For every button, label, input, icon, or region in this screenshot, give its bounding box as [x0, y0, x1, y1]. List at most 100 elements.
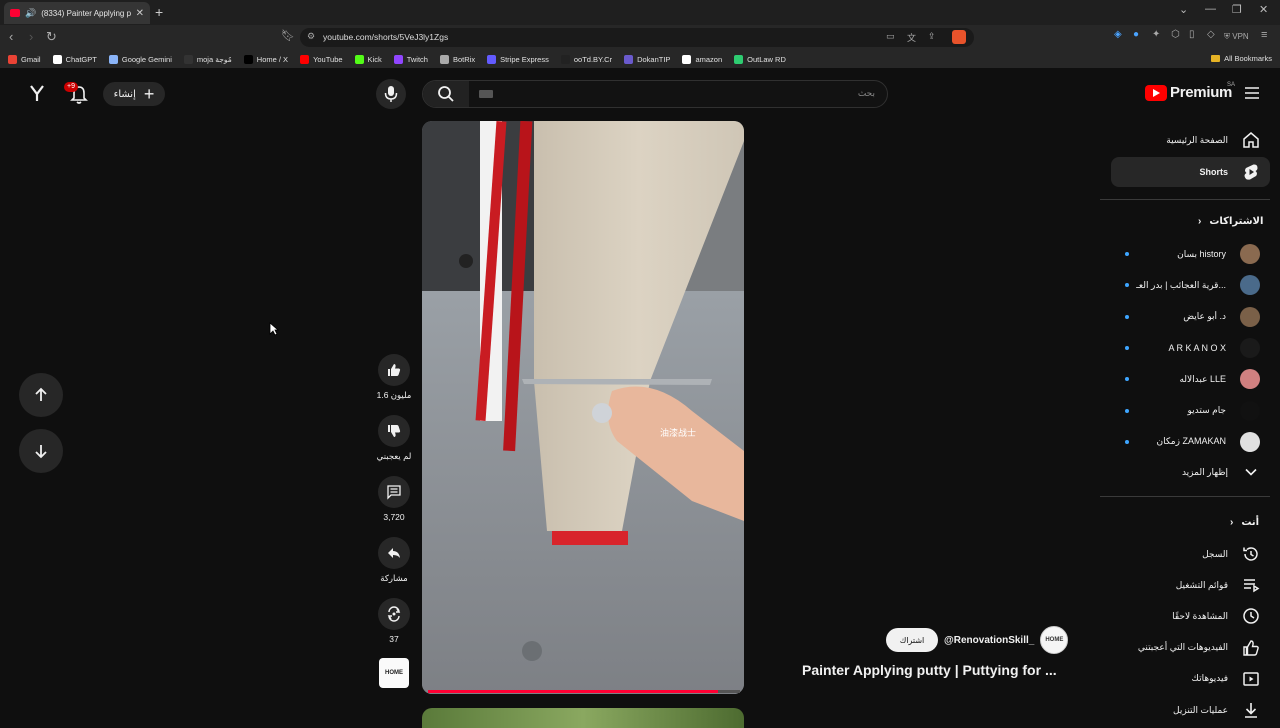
- wallet-icon[interactable]: ◇: [1207, 29, 1215, 40]
- bookmark-icon[interactable]: 🔖︎: [281, 29, 295, 42]
- sidebar-item-clock[interactable]: المشاهدة لاحقًا: [1111, 601, 1270, 631]
- bookmark-item[interactable]: Home / X: [243, 54, 288, 64]
- speaker-icon[interactable]: 🔊: [25, 8, 36, 19]
- bookmark-item[interactable]: Twitch: [393, 54, 428, 64]
- sidebar-item-shorts[interactable]: Shorts: [1111, 157, 1270, 187]
- subscription-item[interactable]: قرية العجائب | بدر العـ...: [1120, 272, 1270, 298]
- show-more-button[interactable]: إظهار المزيد: [1111, 457, 1270, 487]
- extensions-puzzle-icon[interactable]: ✦: [1152, 29, 1160, 40]
- bookmark-item[interactable]: Google Gemini: [108, 54, 172, 64]
- keyboard-icon[interactable]: [479, 90, 493, 98]
- maximize-button[interactable]: ❐: [1232, 3, 1242, 16]
- sidebar-item-your-videos[interactable]: فيديوهاتك: [1111, 664, 1270, 694]
- next-short-button[interactable]: [19, 429, 63, 473]
- bookmark-item[interactable]: moja مُوجة: [183, 54, 232, 64]
- tab-search-icon[interactable]: ⌄: [1179, 3, 1188, 16]
- video-title[interactable]: Painter Applying putty | Puttying for ..…: [802, 662, 1057, 678]
- tab-title: (8334) Painter Applying putty: [41, 8, 131, 18]
- bookmark-item[interactable]: YouTube: [300, 54, 343, 64]
- remix-button[interactable]: [378, 598, 410, 630]
- bookmark-favicon-icon: [243, 54, 253, 64]
- brave-shield-icon[interactable]: [952, 30, 966, 44]
- channel-avatar: [1240, 400, 1260, 421]
- extension-icon[interactable]: ◈: [1114, 29, 1122, 40]
- bookmark-item[interactable]: BotRix: [439, 54, 475, 64]
- sidebar-item-download[interactable]: عمليات التنزيل: [1111, 695, 1270, 725]
- close-window-button[interactable]: ✕: [1259, 3, 1268, 16]
- account-avatar[interactable]: [29, 84, 45, 107]
- back-button[interactable]: ‹: [9, 29, 13, 44]
- dislike-button[interactable]: [378, 415, 410, 447]
- subscription-item[interactable]: د. أبو عايض: [1120, 304, 1270, 330]
- subscriptions-header[interactable]: › الاشتراكات: [1198, 216, 1263, 227]
- youtube-premium-logo[interactable]: Premium SA: [1145, 82, 1236, 101]
- bookmark-favicon-icon: [682, 54, 692, 64]
- share-icon[interactable]: ⇪: [928, 31, 936, 42]
- share-button[interactable]: [378, 537, 410, 569]
- shield-icon: ⛨: [1224, 32, 1230, 41]
- browser-tab[interactable]: 🔊 (8334) Painter Applying putty ✕: [4, 2, 150, 24]
- subscribe-button[interactable]: اشتراك: [886, 628, 938, 652]
- subscription-item[interactable]: جام ستديو: [1120, 398, 1270, 424]
- previous-short-button[interactable]: [19, 373, 63, 417]
- bookmark-item[interactable]: Gmail: [8, 54, 41, 64]
- next-short-preview[interactable]: [422, 708, 744, 728]
- vpn-button[interactable]: ⛨ VPN: [1224, 32, 1249, 42]
- channel-avatar[interactable]: HOME: [1040, 626, 1069, 654]
- video-progress-bar[interactable]: [428, 690, 740, 693]
- reload-button[interactable]: ↻: [46, 29, 57, 45]
- browser-menu-icon[interactable]: ≡: [1261, 29, 1267, 41]
- bookmark-label: Google Gemini: [121, 54, 172, 64]
- sound-pivot-button[interactable]: HOME: [379, 658, 409, 688]
- sidebar-icon[interactable]: ▯: [1189, 29, 1195, 40]
- bookmark-item[interactable]: ooTd.BY.Cr: [560, 54, 612, 64]
- all-bookmarks-button[interactable]: All Bookmarks: [1211, 54, 1272, 63]
- microphone-icon: [384, 86, 398, 102]
- like-button[interactable]: [378, 354, 410, 386]
- comments-button[interactable]: [378, 476, 410, 508]
- history-icon: [1243, 547, 1258, 561]
- channel-row: اشتراك @RenovationSkill_ HOME: [886, 626, 1069, 654]
- bookmark-favicon-icon: [734, 54, 744, 64]
- site-info-icon[interactable]: ⚙: [307, 31, 315, 42]
- subscription-item[interactable]: زمكان ZAMAKAN: [1120, 429, 1270, 455]
- sidebar-item-label: عمليات التنزيل: [1173, 704, 1228, 715]
- cast-icon[interactable]: ▭: [886, 31, 895, 42]
- bookmark-item[interactable]: Kick: [354, 54, 382, 64]
- bookmark-item[interactable]: Stripe Express: [487, 54, 549, 64]
- omnibox[interactable]: ⚙ youtube.com/shorts/5VeJ3ly1Zgs ▭ 文 ⇪: [300, 28, 974, 47]
- you-header[interactable]: › أنت: [1230, 517, 1259, 528]
- close-tab-icon[interactable]: ✕: [136, 8, 144, 19]
- voice-search-button[interactable]: [376, 79, 406, 109]
- bookmark-item[interactable]: ChatGPT: [52, 54, 97, 64]
- create-button[interactable]: إنشاء +: [103, 82, 165, 106]
- bookmark-item[interactable]: OutLaw RD: [734, 54, 786, 64]
- channel-avatar: [1240, 431, 1260, 452]
- country-code: SA: [1227, 82, 1236, 88]
- translate-icon[interactable]: 文: [907, 31, 916, 44]
- sidebar-item-history[interactable]: السجل: [1111, 539, 1270, 569]
- comment-icon: [387, 485, 401, 500]
- shorts-video-player[interactable]: 油漆战士: [422, 121, 744, 694]
- bookmark-item[interactable]: amazon: [682, 54, 722, 64]
- subscription-item[interactable]: عبدالاله LLE: [1120, 366, 1270, 392]
- minimize-button[interactable]: —: [1205, 3, 1216, 15]
- search-button[interactable]: [423, 81, 469, 107]
- extension-icon[interactable]: ⬡: [1171, 29, 1180, 40]
- guide-menu-button[interactable]: [1244, 86, 1260, 105]
- sidebar-item-playlist[interactable]: قوائم التشغيل: [1111, 570, 1270, 600]
- sidebar-item-home[interactable]: الصفحة الرئيسية: [1111, 125, 1270, 155]
- sidebar-item-thumb-up[interactable]: الفيديوهات التي أعجبتني: [1111, 633, 1270, 663]
- subscription-item[interactable]: بسان history: [1120, 241, 1270, 267]
- search-input[interactable]: بحث: [858, 88, 875, 99]
- bookmark-favicon-icon: [183, 54, 193, 64]
- subscription-item[interactable]: A R K A N O X: [1120, 335, 1270, 361]
- bookmark-item[interactable]: DokanTIP: [624, 54, 670, 64]
- notifications-button[interactable]: +9: [64, 82, 90, 111]
- all-bookmarks-label: All Bookmarks: [1224, 54, 1272, 63]
- new-tab-button[interactable]: +: [155, 4, 163, 20]
- channel-name[interactable]: @RenovationSkill_: [944, 635, 1034, 646]
- sidebar-item-label: فيديوهاتك: [1191, 673, 1228, 684]
- forward-button[interactable]: ›: [29, 29, 33, 44]
- extension-icon[interactable]: ●: [1133, 29, 1139, 40]
